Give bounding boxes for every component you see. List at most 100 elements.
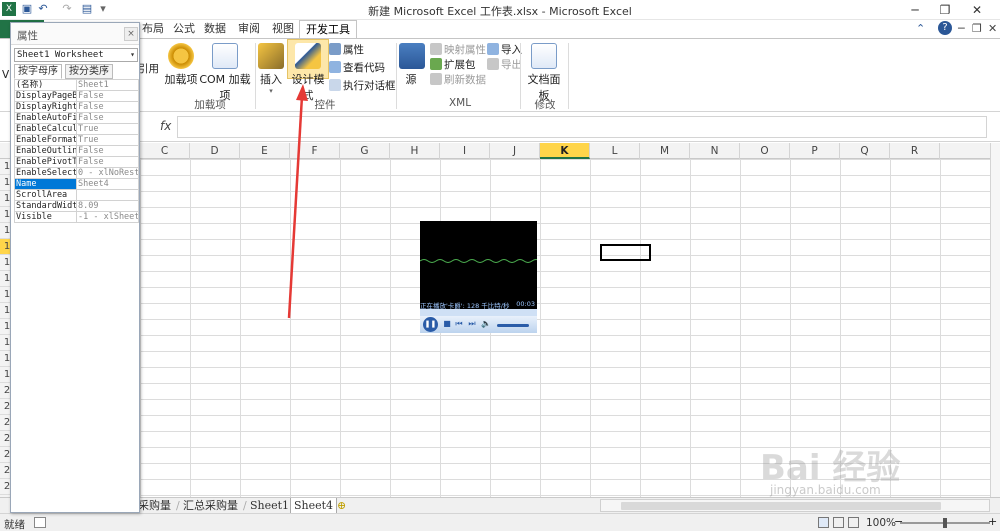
column-header[interactable]: I: [440, 143, 490, 159]
property-row[interactable]: ScrollArea: [14, 189, 139, 201]
column-header[interactable]: L: [590, 143, 640, 159]
stop-button[interactable]: ■: [441, 318, 453, 330]
sheet-tab-purchases[interactable]: 采购量: [138, 498, 171, 514]
property-row[interactable]: Visible -1 - xlSheet: [14, 211, 139, 223]
volume-icon[interactable]: 🔈: [480, 318, 492, 330]
column-header[interactable]: P: [790, 143, 840, 159]
property-value[interactable]: Sheet4: [76, 178, 139, 190]
property-value[interactable]: -1 - xlSheet: [76, 211, 139, 223]
sheet-tab-sheet1[interactable]: Sheet1: [250, 498, 289, 514]
media-player-control[interactable]: 正在播放'卡爵': 128 千比特/秒 00:03 ❚❚ ■ ⏮ ⏭ 🔈: [420, 221, 537, 333]
document-panel-button[interactable]: 文档面板: [523, 43, 565, 103]
addins-button[interactable]: 加载项: [164, 43, 198, 87]
property-row[interactable]: EnableCalcula True: [14, 123, 139, 135]
insert-control-button[interactable]: 插入 ▾: [257, 43, 285, 95]
export-button[interactable]: 导出: [487, 57, 522, 72]
zoom-slider-knob[interactable]: [943, 518, 947, 528]
next-button[interactable]: ⏭: [466, 318, 478, 330]
property-row[interactable]: EnableFormatC True: [14, 134, 139, 146]
object-selector[interactable]: Sheet1 Worksheet ▾: [14, 48, 138, 62]
zoom-in-button[interactable]: +: [988, 515, 997, 528]
property-row[interactable]: StandardWidth 8.09: [14, 200, 139, 212]
page-layout-view-icon[interactable]: [833, 517, 844, 528]
horizontal-scroll-thumb[interactable]: [621, 502, 941, 510]
property-row[interactable]: Name Sheet4: [14, 178, 139, 190]
tab-alphabetic[interactable]: 按字母序: [14, 64, 62, 79]
normal-view-icon[interactable]: [818, 517, 829, 528]
property-row[interactable]: EnablePivotTa False: [14, 156, 139, 168]
property-value[interactable]: Sheet1: [76, 79, 139, 91]
reference-button[interactable]: 引用: [138, 61, 159, 76]
sheet-tab-sheet4[interactable]: Sheet4: [290, 498, 338, 514]
minimize-workbook-icon[interactable]: ─: [958, 22, 965, 35]
property-row[interactable]: EnableSelecti 0 - xlNoRest: [14, 167, 139, 179]
property-value[interactable]: False: [76, 101, 139, 113]
help-icon[interactable]: ?: [938, 21, 952, 35]
pause-button[interactable]: ❚❚: [423, 317, 438, 332]
tab-formulas[interactable]: 公式: [167, 20, 201, 38]
column-header[interactable]: E: [240, 143, 290, 159]
print-preview-icon[interactable]: ▤: [80, 2, 94, 16]
column-header[interactable]: C: [140, 143, 190, 159]
redo-icon[interactable]: ↷: [60, 2, 74, 16]
property-value[interactable]: True: [76, 123, 139, 135]
column-header[interactable]: F: [290, 143, 340, 159]
close-button[interactable]: ✕: [962, 0, 992, 20]
insert-sheet-icon[interactable]: ⊕: [337, 498, 346, 514]
save-icon[interactable]: ▣: [20, 2, 34, 16]
column-header[interactable]: O: [740, 143, 790, 159]
view-code-button[interactable]: 查看代码: [329, 60, 385, 75]
tab-view[interactable]: 视图: [266, 20, 300, 38]
tab-data[interactable]: 数据: [198, 20, 232, 38]
xml-source-button[interactable]: 源: [399, 43, 425, 87]
undo-icon[interactable]: ↶: [36, 2, 50, 16]
column-header[interactable]: K: [540, 143, 590, 159]
properties-close-button[interactable]: ×: [124, 27, 138, 41]
property-row[interactable]: EnableAutoFil False: [14, 112, 139, 124]
column-header[interactable]: J: [490, 143, 540, 159]
property-value[interactable]: [76, 189, 139, 201]
collapse-ribbon-icon[interactable]: ⌃: [916, 22, 925, 35]
property-value[interactable]: True: [76, 134, 139, 146]
column-header[interactable]: Q: [840, 143, 890, 159]
seek-bar[interactable]: [420, 309, 537, 316]
active-cell[interactable]: [600, 244, 651, 261]
design-mode-button[interactable]: 设计模式: [287, 39, 329, 102]
customize-qat-icon[interactable]: ▾: [96, 2, 110, 16]
import-button[interactable]: 导入: [487, 42, 522, 57]
property-row[interactable]: DisplayPageBr False: [14, 90, 139, 102]
property-value[interactable]: False: [76, 145, 139, 157]
column-header[interactable]: G: [340, 143, 390, 159]
column-header[interactable]: D: [190, 143, 240, 159]
previous-button[interactable]: ⏮: [453, 318, 465, 330]
run-dialog-button[interactable]: 执行对话框: [329, 78, 396, 93]
column-header[interactable]: N: [690, 143, 740, 159]
column-header[interactable]: M: [640, 143, 690, 159]
restore-button[interactable]: ❐: [930, 0, 960, 20]
minimize-button[interactable]: ─: [900, 0, 930, 20]
vertical-scrollbar[interactable]: [990, 143, 1000, 497]
tab-categorized[interactable]: 按分类序: [65, 64, 113, 79]
property-value[interactable]: False: [76, 156, 139, 168]
close-workbook-icon[interactable]: ✕: [988, 22, 997, 35]
tab-developer[interactable]: 开发工具: [299, 20, 357, 38]
expansion-packs-button[interactable]: 扩展包: [430, 57, 476, 72]
com-addins-button[interactable]: COM 加载项: [197, 43, 253, 103]
tab-review[interactable]: 审阅: [232, 20, 266, 38]
page-break-view-icon[interactable]: [848, 517, 859, 528]
horizontal-scrollbar[interactable]: [600, 499, 990, 512]
property-row[interactable]: DisplayRightT False: [14, 101, 139, 113]
column-header[interactable]: H: [390, 143, 440, 159]
refresh-data-button[interactable]: 刷新数据: [430, 72, 486, 87]
tab-layout[interactable]: 布局: [136, 20, 170, 38]
properties-button[interactable]: 属性: [329, 42, 364, 57]
formula-input[interactable]: [177, 116, 987, 138]
zoom-level[interactable]: 100%: [866, 517, 896, 529]
property-value[interactable]: False: [76, 112, 139, 124]
property-row[interactable]: EnableOutlini False: [14, 145, 139, 157]
column-header[interactable]: R: [890, 143, 940, 159]
volume-slider[interactable]: [497, 324, 529, 327]
map-properties-button[interactable]: 映射属性: [430, 42, 486, 57]
property-value[interactable]: 0 - xlNoRest: [76, 167, 139, 179]
property-value[interactable]: 8.09: [76, 200, 139, 212]
